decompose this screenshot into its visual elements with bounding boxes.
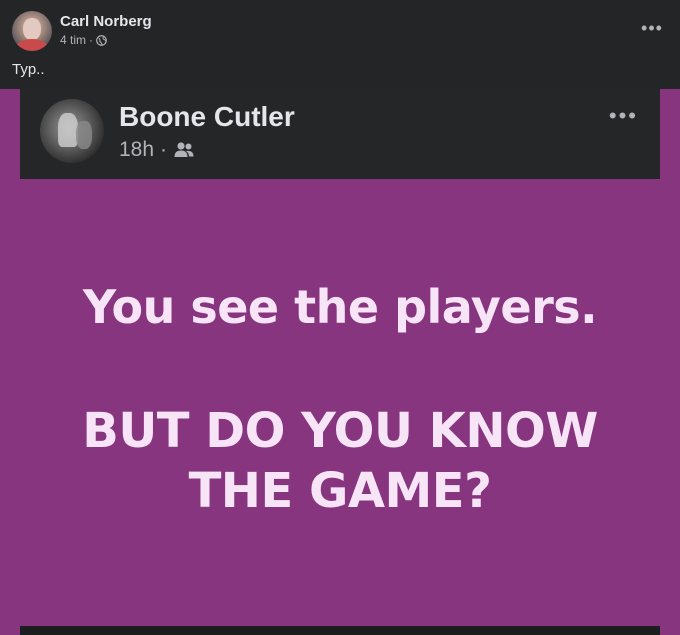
- friends-icon: [173, 141, 195, 159]
- message-line-2b: THE GAME?: [188, 463, 492, 519]
- post-time[interactable]: 4 tim: [60, 33, 86, 47]
- author-name[interactable]: Carl Norberg: [60, 13, 152, 30]
- avatar-figure-secondary: [76, 121, 92, 149]
- post-meta: 4 tim ·: [60, 33, 107, 47]
- shared-post-header: Boone Cutler 18h · •••: [20, 89, 660, 179]
- globe-icon[interactable]: [96, 34, 107, 46]
- message-line-1: You see the players.: [82, 280, 598, 334]
- shared-post-time: 18h: [119, 138, 155, 161]
- shared-meta-separator: ·: [160, 138, 168, 161]
- meta-separator: ·: [89, 33, 94, 47]
- message-line-2a: BUT DO YOU KNOW: [82, 403, 598, 459]
- shared-author-avatar: [40, 99, 104, 163]
- shared-bottom-bar: [20, 626, 660, 635]
- more-options-button[interactable]: •••: [638, 18, 666, 38]
- post-text: Typ..: [12, 61, 45, 78]
- shared-post-meta: 18h ·: [119, 138, 195, 162]
- shared-author-name: Boone Cutler: [119, 101, 295, 132]
- post-header: Carl Norberg 4 tim · •••: [0, 0, 680, 58]
- shared-more-icon: •••: [608, 103, 638, 128]
- avatar-figure: [58, 113, 78, 147]
- shared-message: You see the players. BUT DO YOU KNOW THE…: [20, 277, 660, 521]
- shared-screenshot-image[interactable]: Boone Cutler 18h · ••• You see the playe…: [0, 89, 680, 635]
- avatar-shirt: [16, 39, 48, 51]
- more-options-icon: •••: [641, 18, 663, 38]
- avatar-face: [23, 18, 41, 40]
- author-avatar[interactable]: [12, 11, 52, 51]
- message-line-2: BUT DO YOU KNOW THE GAME?: [20, 401, 660, 521]
